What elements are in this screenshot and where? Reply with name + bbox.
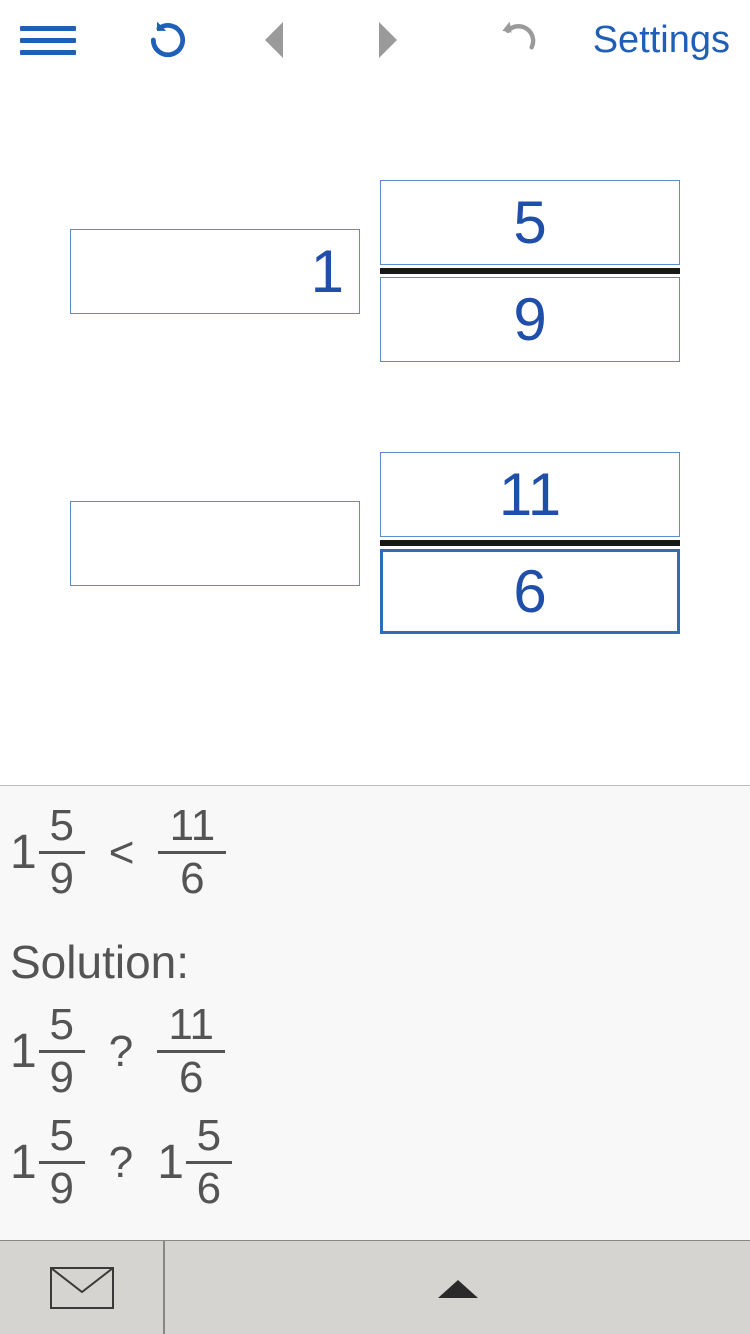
fraction-bar <box>380 268 680 274</box>
toolbar: Settings <box>0 0 750 80</box>
result-row: 1 59 < 116 <box>10 804 740 901</box>
whole-input-1[interactable]: 1 <box>70 229 360 314</box>
reload-icon[interactable] <box>146 18 190 62</box>
step-comparator: ? <box>103 1138 139 1188</box>
denominator-input-1[interactable]: 9 <box>380 277 680 362</box>
input-area: 1 5 9 11 6 <box>0 80 750 785</box>
whole-input-2[interactable] <box>70 501 360 586</box>
fraction-row-1: 1 5 9 <box>0 180 750 362</box>
undo-icon[interactable] <box>492 18 542 62</box>
settings-button[interactable]: Settings <box>593 19 730 62</box>
step-row-1: 1 59 ? 116 <box>10 1003 740 1100</box>
result-comparator: < <box>103 828 141 878</box>
next-icon[interactable] <box>376 20 402 60</box>
bottom-bar <box>0 1240 750 1334</box>
step-comparator: ? <box>103 1027 139 1077</box>
numerator-input-1[interactable]: 5 <box>380 180 680 265</box>
step-row-2: 1 59 ? 1 56 <box>10 1114 740 1211</box>
fraction-row-2: 11 6 <box>0 452 750 634</box>
expand-button[interactable] <box>165 1241 750 1334</box>
result-left-whole: 1 <box>10 829 37 877</box>
fraction-bar <box>380 540 680 546</box>
solution-label: Solution: <box>10 935 740 989</box>
solution-panel: 1 59 < 116 Solution: 1 59 ? 116 1 59 ? 1… <box>0 785 750 1240</box>
menu-icon[interactable] <box>20 20 76 60</box>
mail-button[interactable] <box>0 1241 165 1334</box>
denominator-input-2[interactable]: 6 <box>380 549 680 634</box>
numerator-input-2[interactable]: 11 <box>380 452 680 537</box>
prev-icon[interactable] <box>260 20 286 60</box>
